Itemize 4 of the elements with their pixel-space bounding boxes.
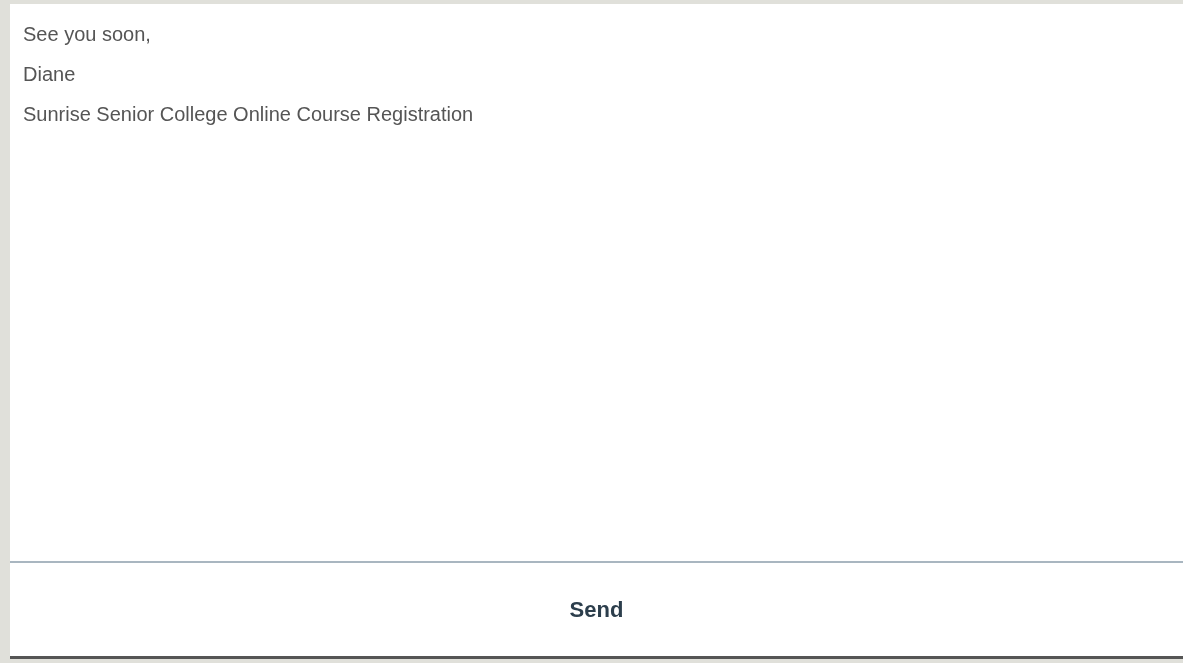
message-body[interactable]: See you soon, Diane Sunrise Senior College Online Course Registration bbox=[10, 4, 1183, 561]
message-line: See you soon, bbox=[23, 22, 152, 47]
message-line: Diane bbox=[23, 62, 77, 87]
message-line: Sunrise Senior College Online Course Registration bbox=[23, 102, 475, 127]
